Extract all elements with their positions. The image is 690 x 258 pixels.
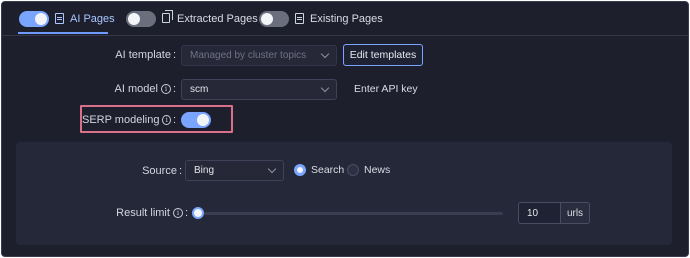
tab-ai-pages[interactable]: AI Pages xyxy=(19,10,115,28)
serp-modeling-label: SERP modeling i: xyxy=(82,114,176,126)
source-option-news-label: News xyxy=(364,164,391,176)
result-limit-label: Result limit i: xyxy=(116,207,188,219)
result-limit-slider-thumb[interactable] xyxy=(192,207,204,219)
radio-checked-icon xyxy=(294,164,306,176)
copy-icon xyxy=(162,10,173,25)
tab-ai-pages-label: AI Pages xyxy=(70,13,115,25)
info-icon[interactable]: i xyxy=(160,84,171,94)
ai-model-label-text: AI model xyxy=(114,83,158,95)
ai-template-value: Managed by cluster topics xyxy=(190,50,307,61)
result-limit-unit: urls xyxy=(560,202,590,224)
ai-template-label: AI template: xyxy=(115,49,176,61)
serp-modeling-toggle[interactable] xyxy=(181,112,211,128)
active-tab-indicator xyxy=(18,32,108,34)
existing-pages-toggle[interactable] xyxy=(259,11,289,27)
source-option-search-label: Search xyxy=(311,164,345,176)
source-label-text: Source xyxy=(142,165,177,177)
document-icon xyxy=(295,13,305,25)
chevron-down-icon xyxy=(320,83,330,93)
document-icon xyxy=(55,13,65,25)
tab-existing-pages[interactable]: Existing Pages xyxy=(259,10,383,28)
ai-pages-toggle[interactable] xyxy=(19,11,49,27)
tab-extracted-pages-label: Extracted Pages xyxy=(177,13,258,25)
edit-templates-button[interactable]: Edit templates xyxy=(343,44,423,66)
enter-api-key-link[interactable]: Enter API key xyxy=(354,83,418,95)
info-icon[interactable]: i xyxy=(162,115,171,125)
info-icon[interactable]: i xyxy=(172,208,183,218)
ai-template-label-text: AI template xyxy=(115,49,171,61)
page-type-tabbar: AI Pages Extracted Pages Existing Pages xyxy=(2,2,688,36)
tab-existing-pages-label: Existing Pages xyxy=(310,13,383,25)
ai-template-select[interactable]: Managed by cluster topics xyxy=(181,45,337,66)
result-limit-slider-track[interactable] xyxy=(201,212,503,215)
source-select[interactable]: Bing xyxy=(185,160,284,181)
ai-model-label: AI model i: xyxy=(114,83,176,95)
tab-extracted-pages[interactable]: Extracted Pages xyxy=(126,10,258,28)
source-label: Source: xyxy=(142,165,182,177)
chevron-down-icon xyxy=(320,49,330,59)
source-option-news[interactable]: News xyxy=(347,162,390,178)
radio-unchecked-icon xyxy=(347,164,359,176)
chevron-down-icon xyxy=(267,164,277,174)
ai-model-value: scm xyxy=(190,84,209,95)
extracted-pages-toggle[interactable] xyxy=(126,11,156,27)
ai-model-select[interactable]: scm xyxy=(181,79,337,100)
result-limit-label-text: Result limit xyxy=(116,207,170,219)
serp-modeling-label-text: SERP modeling xyxy=(82,114,160,126)
serp-settings-panel xyxy=(16,142,672,245)
source-value: Bing xyxy=(194,165,215,176)
result-limit-input[interactable]: 10 xyxy=(518,202,561,224)
source-option-search[interactable]: Search xyxy=(294,162,344,178)
settings-window: AI Pages Extracted Pages Existing Pages … xyxy=(1,1,689,257)
